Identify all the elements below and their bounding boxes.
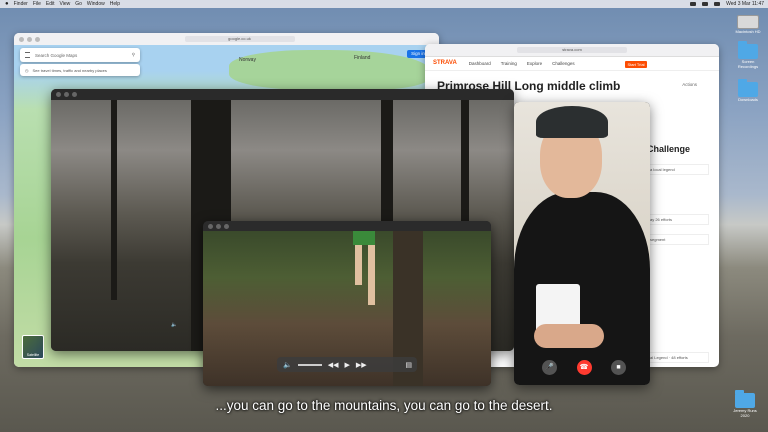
rewind-button[interactable]: ◀◀ (328, 361, 339, 369)
map-label-norway: Norway (239, 57, 256, 63)
menu-finder[interactable]: Finder (14, 1, 28, 7)
minimize-window-icon[interactable] (64, 92, 69, 97)
close-window-icon[interactable] (19, 36, 24, 42)
nav-dashboard[interactable]: Dashboard (469, 61, 491, 66)
video-window-runner[interactable]: 🔈 ◀◀ ▶ ▶▶ ▤ (203, 221, 491, 386)
close-window-icon[interactable] (56, 92, 61, 97)
volume-icon[interactable]: 🔈 (171, 322, 201, 329)
apple-menu-icon[interactable]: ● (5, 1, 9, 7)
menu-edit[interactable]: Edit (46, 1, 55, 7)
menu-file[interactable]: File (33, 1, 41, 7)
menu-go[interactable]: Go (75, 1, 82, 7)
maps-suggestion-bar[interactable]: ◷ See travel times, traffic and nearby p… (20, 64, 140, 76)
zoom-window-icon[interactable] (35, 36, 40, 42)
zoom-window-icon[interactable] (224, 223, 229, 229)
fast-forward-button[interactable]: ▶▶ (356, 361, 367, 369)
control-center-icon[interactable] (714, 2, 721, 6)
volume-icon[interactable]: 🔈 (283, 361, 292, 369)
window-titlebar (51, 89, 514, 100)
desktop-icon-downloads[interactable]: Downloads (733, 79, 763, 102)
side-card-text: segment (650, 237, 666, 242)
nav-training[interactable]: Training (501, 61, 517, 66)
side-card: ay 26 efforts (647, 214, 709, 225)
runner-leg (355, 245, 362, 285)
volume-slider[interactable] (297, 363, 322, 366)
person-hand (534, 324, 604, 348)
side-card-text: a local legend (650, 167, 675, 172)
facetime-window[interactable]: 🎤 ☎ ■ (514, 102, 650, 385)
address-bar[interactable]: google.co.uk (184, 36, 295, 42)
start-trial-button[interactable]: Start Trial (625, 61, 647, 68)
call-controls: 🎤 ☎ ■ (542, 358, 626, 376)
zoom-window-icon[interactable] (72, 92, 77, 97)
airplay-icon[interactable]: ▤ (405, 361, 412, 369)
menu-bar: ● Finder File Edit View Go Window Help W… (0, 0, 768, 8)
runner-shorts (353, 231, 375, 245)
minimize-window-icon[interactable] (216, 223, 221, 229)
desktop-icon-macintosh-hd[interactable]: Macintosh HD (733, 15, 763, 34)
maps-search-placeholder: Search Google Maps (35, 52, 78, 58)
challenge-heading: Challenge (647, 144, 691, 154)
menu-view[interactable]: View (60, 1, 71, 7)
address-bar[interactable]: strava.com (517, 47, 627, 53)
side-card: a local legend (647, 164, 709, 175)
desktop-icon-label: Downloads (738, 97, 758, 102)
wifi-icon[interactable] (690, 2, 697, 6)
nav-explore[interactable]: Explore (527, 61, 542, 66)
subtitle-caption: ...you can go to the mountains, you can … (215, 398, 553, 413)
satellite-label: Satellite (26, 353, 40, 357)
actions-button[interactable]: Actions (682, 82, 697, 87)
maps-suggestion-text: See travel times, traffic and nearby pla… (32, 67, 107, 73)
playback-controls[interactable]: 🔈 ◀◀ ▶ ▶▶ ▤ (277, 357, 417, 372)
runner-leg (368, 245, 375, 305)
person-shirt (514, 192, 650, 385)
side-card[interactable]: segment (647, 234, 709, 245)
maps-search-box[interactable]: Search Google Maps ⚲ (20, 48, 140, 62)
folder-icon (738, 41, 758, 59)
play-button[interactable]: ▶ (345, 361, 350, 369)
close-window-icon[interactable] (208, 223, 213, 229)
tree-trunk (111, 100, 117, 300)
menu-window[interactable]: Window (87, 1, 105, 7)
menu-clock[interactable]: Wed 3 Mar 11:47 (726, 1, 764, 7)
clock-icon: ◷ (25, 67, 29, 73)
minimize-window-icon[interactable] (27, 36, 32, 42)
strava-navbar: STRAVA Dashboard Training Explore Challe… (425, 56, 719, 71)
desktop-icon-label: Screen Recordings (737, 59, 759, 69)
menu-help[interactable]: Help (110, 1, 120, 7)
land-shape (229, 50, 429, 90)
drive-icon (737, 15, 759, 29)
search-icon[interactable]: ⚲ (132, 52, 135, 58)
desktop-icon-label: Macintosh HD (735, 29, 761, 34)
side-card-text: al Legend · 48 efforts (650, 355, 688, 360)
side-card-text: ay 26 efforts (650, 217, 672, 222)
side-card: al Legend · 48 efforts (647, 352, 709, 363)
satellite-layer-button[interactable]: Satellite (22, 335, 44, 359)
person-cap (536, 106, 608, 138)
menu-icon[interactable] (25, 52, 30, 58)
folder-icon (738, 79, 758, 97)
strava-logo[interactable]: STRAVA (433, 60, 457, 66)
end-call-icon[interactable]: ☎ (576, 359, 592, 375)
battery-icon[interactable] (702, 2, 709, 6)
mute-microphone-icon[interactable]: 🎤 (542, 359, 557, 375)
window-titlebar (203, 221, 491, 231)
map-label-finland: Finland (354, 55, 371, 61)
camera-toggle-icon[interactable]: ■ (611, 359, 626, 375)
nav-challenges[interactable]: Challenges (552, 61, 575, 66)
desktop-icon-screen-recordings[interactable]: Screen Recordings (733, 41, 763, 69)
